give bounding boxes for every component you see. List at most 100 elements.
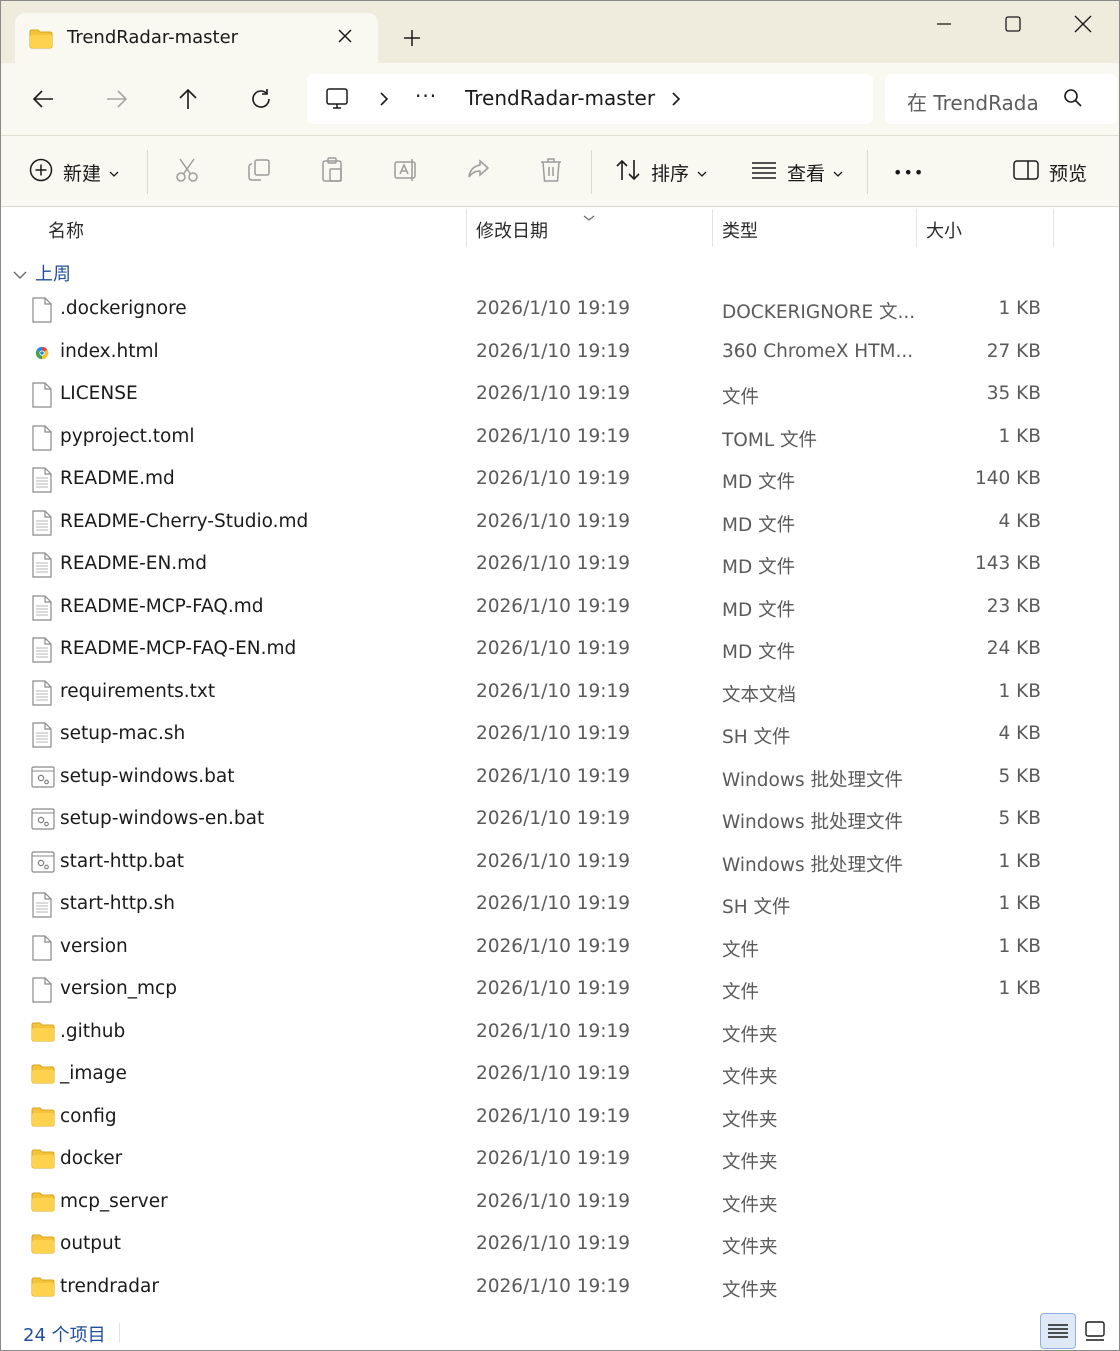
file-date-modified: 2026/1/10 19:19 bbox=[476, 1275, 631, 1297]
file-row[interactable]: LICENSE 2026/1/10 19:19 文件 35 KB bbox=[1, 373, 1119, 416]
share-button[interactable] bbox=[466, 152, 490, 192]
column-date-modified[interactable]: 修改日期 bbox=[476, 217, 548, 243]
close-tab-icon[interactable] bbox=[333, 24, 357, 48]
file-row[interactable]: mcp_server 2026/1/10 19:19 文件夹 bbox=[1, 1181, 1119, 1224]
toolbar-divider bbox=[591, 150, 592, 194]
column-divider[interactable] bbox=[466, 209, 467, 247]
tiles-view-icon[interactable] bbox=[1077, 1313, 1113, 1349]
file-row[interactable]: README-MCP-FAQ-EN.md 2026/1/10 19:19 MD 文件… bbox=[1, 628, 1119, 671]
folder-icon bbox=[31, 1022, 55, 1046]
file-row[interactable]: output 2026/1/10 19:19 文件夹 bbox=[1, 1223, 1119, 1266]
file-row[interactable]: version_mcp 2026/1/10 19:19 文件 1 KB bbox=[1, 968, 1119, 1011]
chevron-down-icon[interactable] bbox=[13, 265, 27, 284]
copy-button[interactable] bbox=[247, 152, 271, 192]
file-name: trendradar bbox=[60, 1275, 159, 1297]
more-options-button[interactable]: ••• bbox=[893, 152, 924, 192]
file-row[interactable]: trendradar 2026/1/10 19:19 文件夹 bbox=[1, 1266, 1119, 1309]
file-type: 文件夹 bbox=[722, 1194, 778, 1216]
file-row[interactable]: .dockerignore 2026/1/10 19:19 DOCKERIGNORE… bbox=[1, 288, 1119, 331]
file-row[interactable]: _image 2026/1/10 19:19 文件夹 bbox=[1, 1053, 1119, 1096]
file-name: start-http.sh bbox=[60, 893, 175, 914]
file-row[interactable]: README-Cherry-Studio.md 2026/1/10 19:19 MD… bbox=[1, 501, 1119, 544]
file-row[interactable]: .github 2026/1/10 19:19 文件夹 bbox=[1, 1011, 1119, 1054]
back-arrow-icon[interactable] bbox=[25, 81, 61, 117]
file-type: MD 文件 bbox=[722, 642, 796, 663]
view-button[interactable]: 查看 bbox=[751, 152, 843, 192]
status-bar: 24 个项目 bbox=[1, 1311, 1119, 1350]
details-view-icon[interactable] bbox=[1040, 1313, 1076, 1349]
breadcrumb-current-folder[interactable]: TrendRadar-master bbox=[465, 86, 655, 110]
file-size: 1 KB bbox=[998, 978, 1041, 999]
file-row[interactable]: config 2026/1/10 19:19 文件夹 bbox=[1, 1096, 1119, 1139]
chevron-right-icon[interactable] bbox=[377, 89, 391, 113]
file-row[interactable]: version 2026/1/10 19:19 文件 1 KB bbox=[1, 926, 1119, 969]
file-size: 4 KB bbox=[998, 510, 1041, 532]
chevron-down-icon bbox=[697, 163, 707, 182]
delete-button[interactable] bbox=[539, 152, 563, 192]
file-row[interactable]: start-http.bat 2026/1/10 19:19 Windows 批处理… bbox=[1, 841, 1119, 884]
file-row[interactable]: requirements.txt 2026/1/10 19:19 文本文档 1 KB bbox=[1, 671, 1119, 714]
file-name: README-MCP-FAQ-EN.md bbox=[60, 638, 297, 659]
column-header: 名称 修改日期 类型 大小 bbox=[1, 207, 1119, 249]
new-button-label: 新建 bbox=[63, 162, 102, 185]
computer-icon[interactable] bbox=[325, 87, 349, 115]
preview-pane-button[interactable]: 预览 bbox=[1013, 152, 1087, 192]
file-date-modified: 2026/1/10 19:19 bbox=[476, 383, 631, 404]
maximize-icon[interactable] bbox=[990, 7, 1036, 41]
up-arrow-icon[interactable] bbox=[170, 81, 206, 117]
file-name: version_mcp bbox=[60, 978, 177, 999]
file-row[interactable]: setup-windows.bat 2026/1/10 19:19 Windows … bbox=[1, 756, 1119, 799]
minimize-icon[interactable] bbox=[921, 7, 967, 41]
column-divider[interactable] bbox=[1053, 209, 1054, 247]
file-type: TOML 文件 bbox=[722, 429, 818, 451]
file-row[interactable]: pyproject.toml 2026/1/10 19:19 TOML 文件 1 KB bbox=[1, 416, 1119, 459]
file-size: 143 KB bbox=[974, 553, 1041, 574]
search-input[interactable]: 在 TrendRada bbox=[907, 87, 1039, 116]
column-divider[interactable] bbox=[916, 209, 917, 247]
column-name[interactable]: 名称 bbox=[48, 217, 84, 243]
refresh-icon[interactable] bbox=[243, 81, 279, 117]
search-box[interactable]: 在 TrendRada bbox=[885, 74, 1117, 124]
file-row[interactable]: docker 2026/1/10 19:19 文件夹 bbox=[1, 1138, 1119, 1181]
file-row[interactable]: README-EN.md 2026/1/10 19:19 MD 文件 143 KB bbox=[1, 543, 1119, 586]
chevron-right-icon[interactable] bbox=[669, 89, 683, 113]
file-row[interactable]: setup-windows-en.bat 2026/1/10 19:19 Windo… bbox=[1, 798, 1119, 841]
file-type: MD 文件 bbox=[722, 472, 796, 493]
batch-file-icon bbox=[31, 850, 55, 874]
file-row[interactable]: start-http.sh 2026/1/10 19:19 SH 文件 1 KB bbox=[1, 883, 1119, 926]
cut-button[interactable] bbox=[175, 152, 199, 192]
tab-title: TrendRadar-master bbox=[67, 27, 239, 48]
file-type: SH 文件 bbox=[722, 897, 791, 918]
blank-file-icon bbox=[31, 382, 53, 408]
file-row[interactable]: index.html 2026/1/10 19:19 360 ChromeX HTM… bbox=[1, 331, 1119, 374]
file-row[interactable]: README.md 2026/1/10 19:19 MD 文件 140 KB bbox=[1, 458, 1119, 501]
column-size[interactable]: 大小 bbox=[926, 217, 962, 243]
column-divider[interactable] bbox=[712, 209, 713, 247]
rename-button[interactable] bbox=[393, 152, 419, 192]
close-window-icon[interactable] bbox=[1060, 7, 1106, 41]
sort-button[interactable]: 排序 bbox=[615, 152, 707, 192]
batch-file-icon bbox=[31, 765, 55, 789]
paste-button[interactable] bbox=[320, 152, 344, 192]
file-row[interactable]: README-MCP-FAQ.md 2026/1/10 19:19 MD 文件 23 … bbox=[1, 586, 1119, 629]
tab-trendradar-master[interactable]: TrendRadar-master bbox=[15, 13, 378, 63]
breadcrumb-more[interactable]: ··· bbox=[415, 84, 437, 108]
view-button-label: 查看 bbox=[787, 162, 826, 185]
group-header-last-week[interactable]: 上周 bbox=[1, 257, 301, 287]
file-row[interactable]: setup-mac.sh 2026/1/10 19:19 SH 文件 4 KB bbox=[1, 713, 1119, 756]
folder-icon bbox=[31, 1064, 55, 1088]
file-date-modified: 2026/1/10 19:19 bbox=[476, 1063, 631, 1084]
group-label: 上周 bbox=[35, 264, 71, 285]
address-bar[interactable]: ··· TrendRadar-master bbox=[307, 74, 873, 124]
file-date-modified: 2026/1/10 19:19 bbox=[476, 723, 631, 744]
new-tab-icon[interactable] bbox=[397, 23, 427, 53]
file-name: requirements.txt bbox=[60, 680, 216, 702]
clipboard-icon bbox=[320, 157, 344, 187]
search-icon[interactable] bbox=[1063, 88, 1083, 112]
forward-arrow-icon[interactable] bbox=[99, 81, 135, 117]
file-name: output bbox=[60, 1233, 122, 1254]
file-type: MD 文件 bbox=[722, 514, 796, 536]
file-date-modified: 2026/1/10 19:19 bbox=[476, 1148, 631, 1169]
new-button[interactable]: 新建 bbox=[29, 152, 119, 192]
column-type[interactable]: 类型 bbox=[722, 217, 758, 243]
